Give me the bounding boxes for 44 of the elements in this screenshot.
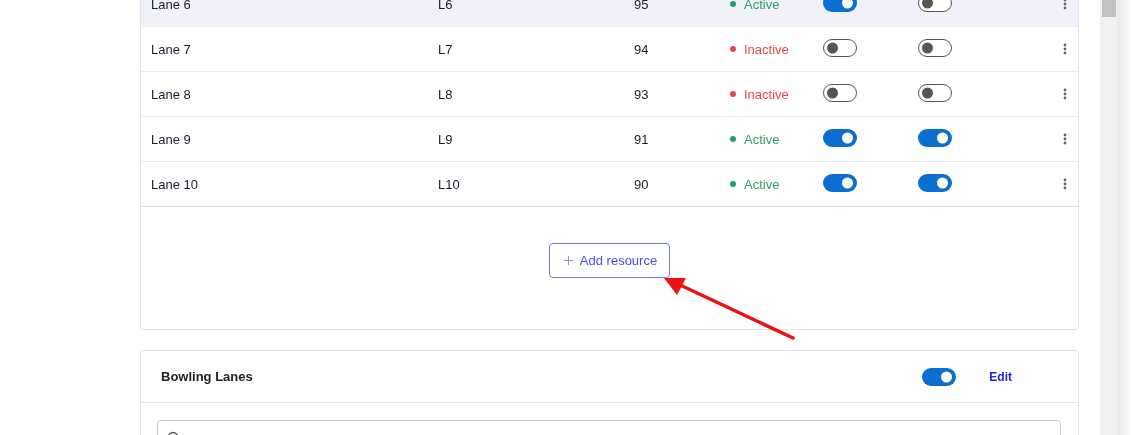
toggle-switch[interactable] bbox=[918, 173, 952, 192]
lane-value: 93 bbox=[634, 86, 650, 102]
lane-value: 95 bbox=[634, 0, 650, 12]
more-icon[interactable] bbox=[1063, 88, 1067, 100]
table-row[interactable]: Lane 7 L7 94 Inactive bbox=[141, 27, 1078, 72]
lane-code: L9 bbox=[438, 131, 454, 147]
status-text: Active bbox=[744, 131, 780, 147]
status-text: Active bbox=[744, 176, 780, 192]
status-text: Inactive bbox=[744, 41, 789, 57]
lane-value: 91 bbox=[634, 131, 650, 147]
toggle-switch[interactable] bbox=[823, 38, 857, 57]
lane-code: L6 bbox=[438, 0, 454, 12]
toggle-switch[interactable] bbox=[823, 173, 857, 192]
lane-name: Lane 6 bbox=[151, 0, 192, 12]
lane-value: 90 bbox=[634, 176, 650, 192]
add-resource-button[interactable]: Add resource bbox=[548, 242, 671, 278]
lane-name: Lane 10 bbox=[151, 176, 199, 192]
toggle-switch[interactable] bbox=[823, 128, 857, 147]
lane-name: Lane 7 bbox=[151, 41, 192, 57]
lane-name: Lane 8 bbox=[151, 86, 192, 102]
table-row[interactable]: Lane 10 L10 90 Active bbox=[141, 162, 1078, 207]
more-icon[interactable] bbox=[1063, 178, 1067, 190]
more-icon[interactable] bbox=[1063, 0, 1067, 10]
status-text: Active bbox=[744, 0, 780, 12]
lane-code: L10 bbox=[438, 176, 461, 192]
scrollbar[interactable] bbox=[1100, 0, 1117, 435]
toggle-switch[interactable] bbox=[918, 128, 952, 147]
table-row[interactable]: Lane 6 L6 95 Active bbox=[141, 0, 1078, 27]
table-row[interactable]: Lane 8 L8 93 Inactive bbox=[141, 72, 1078, 117]
plus-icon bbox=[563, 255, 573, 265]
toggle-switch[interactable] bbox=[918, 38, 952, 57]
toggle-switch[interactable] bbox=[918, 83, 952, 102]
more-icon[interactable] bbox=[1063, 43, 1067, 55]
card-title: Bowling Lanes bbox=[161, 369, 254, 384]
lane-code: L8 bbox=[438, 86, 454, 102]
edit-link[interactable]: Edit bbox=[989, 369, 1012, 384]
lane-name: Lane 9 bbox=[151, 131, 192, 147]
toggle-switch[interactable] bbox=[823, 83, 857, 102]
toggle-switch[interactable] bbox=[922, 367, 957, 386]
lane-code: L7 bbox=[438, 41, 454, 57]
status-text: Inactive bbox=[744, 86, 789, 102]
table-row[interactable]: Lane 9 L9 91 Active bbox=[141, 117, 1078, 162]
lane-value: 94 bbox=[634, 41, 650, 57]
more-icon[interactable] bbox=[1063, 133, 1067, 145]
